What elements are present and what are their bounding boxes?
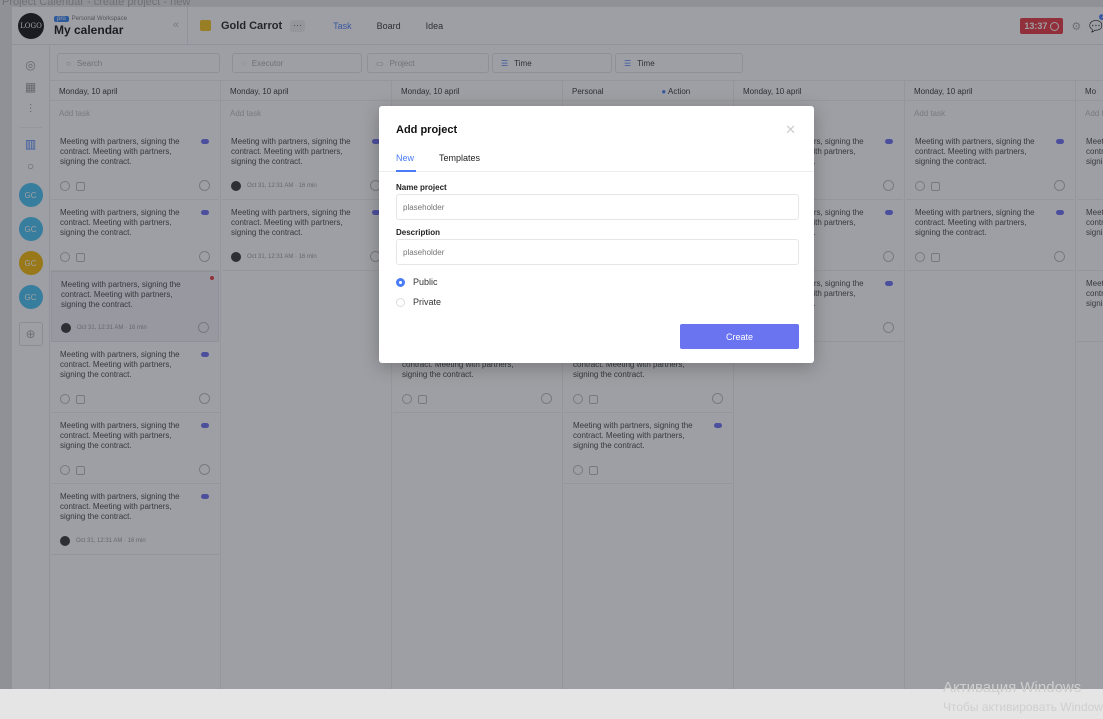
name-project-label: Name project bbox=[396, 183, 447, 192]
windows-activation-watermark: Активация Windows Чтобы активировать Win… bbox=[943, 679, 1103, 714]
radio-public-label: Public bbox=[413, 277, 438, 287]
tab-new[interactable]: New bbox=[396, 153, 414, 163]
name-project-input[interactable] bbox=[396, 194, 799, 220]
tab-templates[interactable]: Templates bbox=[439, 153, 480, 163]
description-label: Description bbox=[396, 228, 441, 237]
modal-title: Add project bbox=[396, 124, 458, 136]
radio-checked-icon bbox=[396, 277, 405, 287]
add-project-modal: Add project ✕ New Templates Name project… bbox=[379, 106, 814, 363]
active-tab-indicator bbox=[396, 170, 416, 172]
radio-private[interactable]: Private bbox=[396, 297, 441, 307]
radio-public[interactable]: Public bbox=[396, 277, 438, 287]
modal-tabs: New Templates bbox=[379, 148, 814, 172]
create-button[interactable]: Create bbox=[680, 324, 799, 349]
description-input[interactable] bbox=[396, 239, 799, 265]
radio-unchecked-icon bbox=[396, 297, 405, 307]
close-icon[interactable]: ✕ bbox=[785, 122, 796, 138]
radio-private-label: Private bbox=[413, 297, 442, 307]
